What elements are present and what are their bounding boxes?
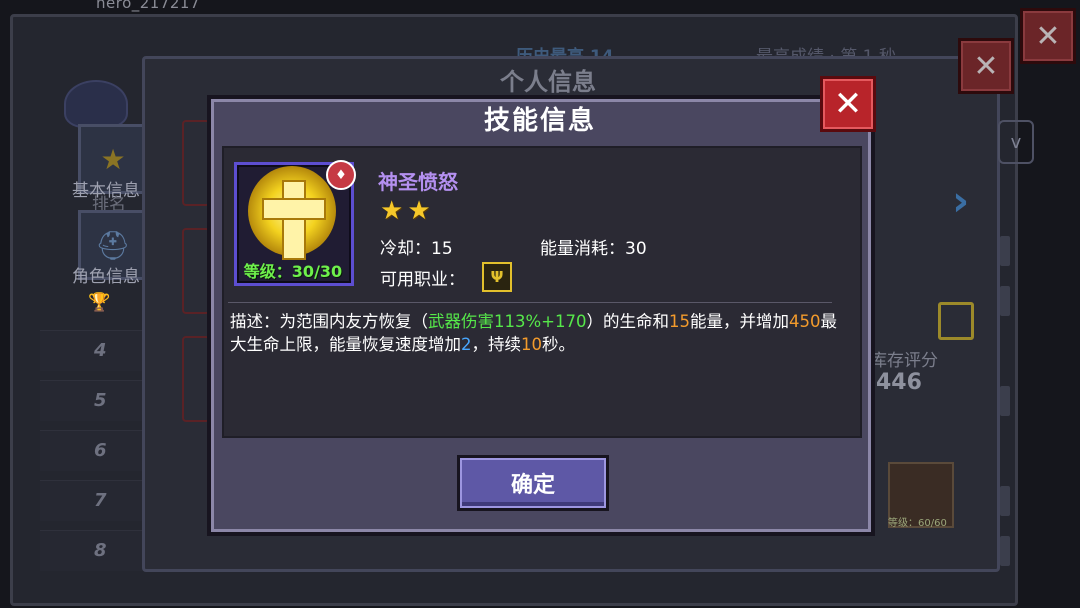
helmet-icon: ⛑ xyxy=(95,228,131,262)
dialog-close-button[interactable]: ✕ xyxy=(820,76,876,132)
tab-character-info-label: 角色信息 xyxy=(72,267,140,287)
desc-energy: 15 xyxy=(669,312,690,331)
trophy-icon: 🏆 xyxy=(88,292,111,313)
close-icon: ✕ xyxy=(833,84,863,124)
rank-number: 5 xyxy=(94,390,107,411)
personal-info-title: 个人信息 xyxy=(500,68,596,96)
rank-number: 7 xyxy=(94,490,107,511)
skill-description: 描述：为范围内友方恢复（武器伤害113%+170）的生命和15能量，并增加450… xyxy=(230,310,850,356)
mini-skill-level: 等级：60/60 xyxy=(888,518,947,529)
close-icon: ✕ xyxy=(973,48,999,84)
confirm-button[interactable]: 确定 xyxy=(457,455,609,511)
cooldown-value: 15 xyxy=(431,239,453,259)
energy-label: 能量消耗： xyxy=(540,239,625,259)
desc-duration: 10 xyxy=(521,335,542,354)
chevron-right-icon[interactable]: › xyxy=(952,176,969,225)
desc-max-hp: 450 xyxy=(789,312,821,331)
dialog-title: 技能信息 xyxy=(483,106,596,136)
skill-stars: ★ ★ xyxy=(380,198,431,224)
star-icon: ★ xyxy=(407,196,431,226)
desc-weapon-damage: 武器伤害113%+170 xyxy=(428,312,587,331)
side-scroll-tab xyxy=(1000,486,1010,516)
score-label: 库存评分 xyxy=(870,351,938,371)
priest-staff-icon: Ψ xyxy=(482,262,512,292)
rank-number: 6 xyxy=(94,440,107,461)
desc-regen: 2 xyxy=(461,335,472,354)
fire-icon: ♦ xyxy=(326,160,356,190)
star-icon: ★ xyxy=(380,196,404,226)
side-scroll-tab xyxy=(1000,236,1010,266)
slot-frame xyxy=(182,228,210,314)
skill-name: 神圣愤怒 xyxy=(378,170,458,194)
player-name: hero_217217 xyxy=(96,0,201,12)
score-value: 446 xyxy=(876,370,922,395)
divider xyxy=(228,302,832,303)
personal-info-close-button[interactable]: ✕ xyxy=(958,38,1014,94)
energy-stat: 能量消耗：30 xyxy=(540,234,647,259)
class-label: 可用职业： xyxy=(380,270,465,290)
clipboard-icon[interactable] xyxy=(938,302,974,340)
outer-close-button[interactable]: ✕ xyxy=(1020,8,1076,64)
desc-text: 秒。 xyxy=(542,335,575,354)
energy-value: 30 xyxy=(625,239,647,259)
side-scroll-tab xyxy=(1000,286,1010,316)
cooldown-stat: 冷却：15 xyxy=(380,234,453,259)
star-icon: ★ xyxy=(100,142,126,176)
holy-cross-icon-bar xyxy=(262,198,326,220)
rank-number: 8 xyxy=(94,540,107,561)
slot-frame xyxy=(182,336,210,422)
desc-text: 能量，并增加 xyxy=(690,312,789,331)
holy-cross-icon xyxy=(282,180,306,260)
desc-text: ，持续 xyxy=(471,335,522,354)
cooldown-label: 冷却： xyxy=(380,239,431,259)
side-scroll-tab xyxy=(1000,536,1010,566)
rank-number: 4 xyxy=(94,340,107,361)
desc-text: 描述：为范围内友方恢复（ xyxy=(230,312,428,331)
side-scroll-tab xyxy=(1000,386,1010,416)
skill-level: 等级：30/30 xyxy=(243,262,343,281)
close-icon: ✕ xyxy=(1035,18,1061,54)
desc-text: ）的生命和 xyxy=(586,312,670,331)
